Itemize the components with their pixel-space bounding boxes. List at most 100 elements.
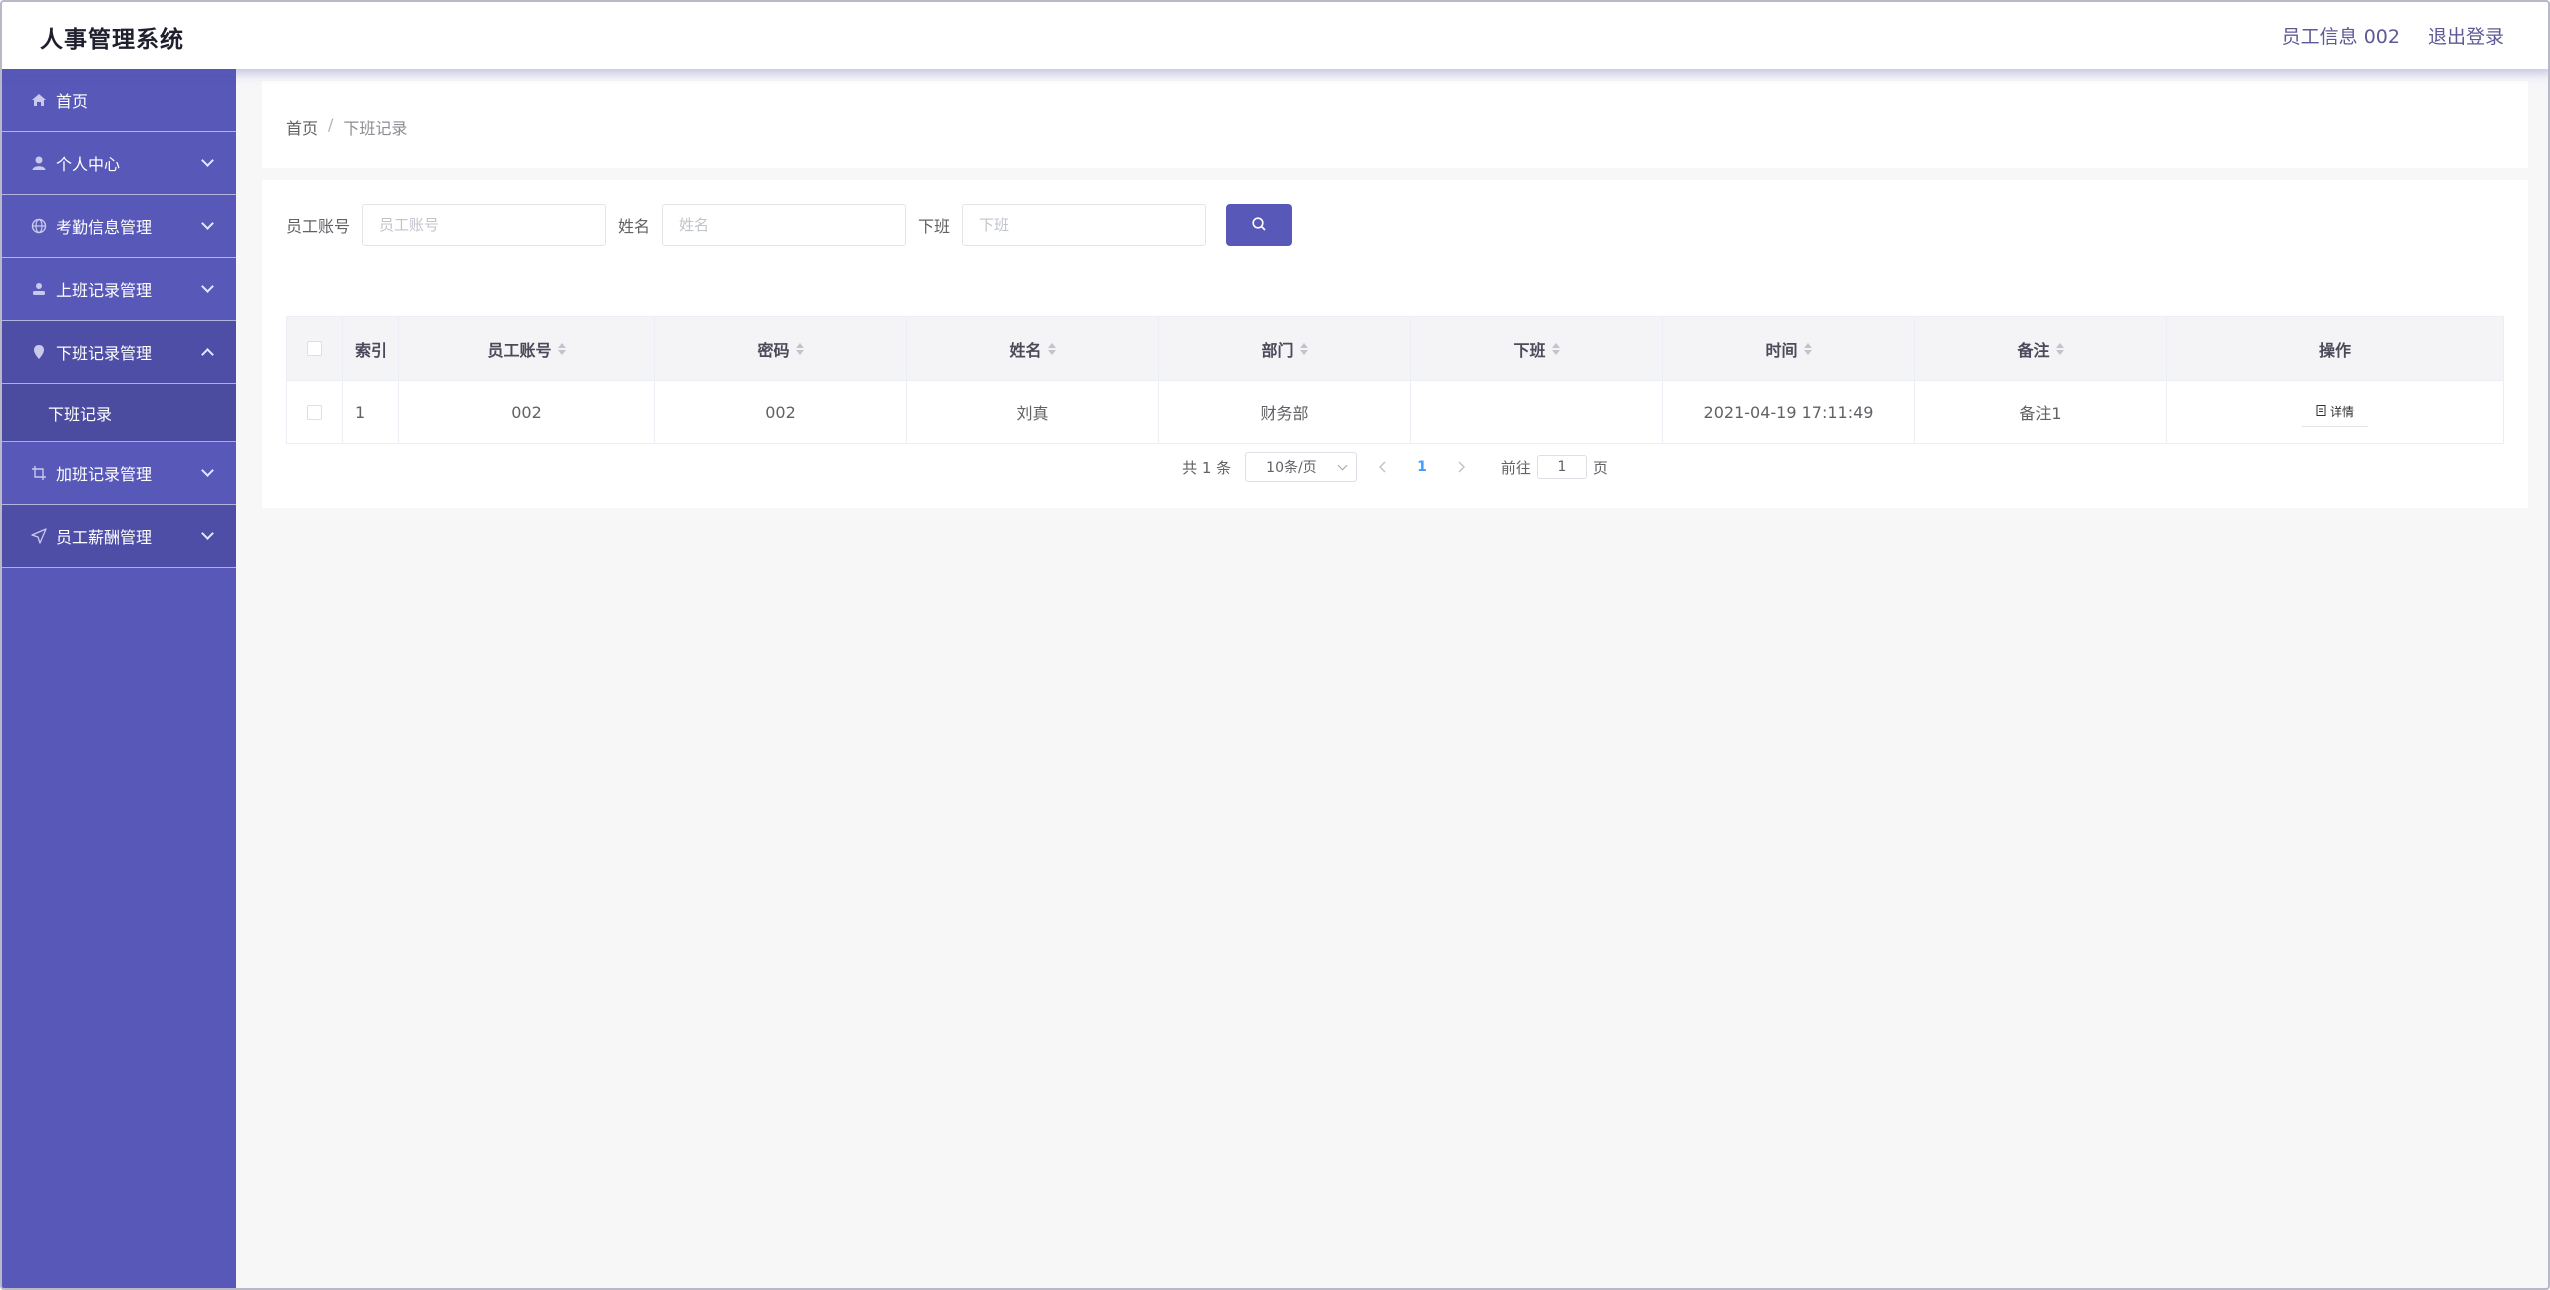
- column-header[interactable]: 部门: [1159, 317, 1411, 380]
- globe-icon: [30, 217, 48, 235]
- sidebar-item-home[interactable]: 首页: [2, 69, 236, 132]
- sidebar-item-label: 下班记录管理: [56, 344, 153, 363]
- top-header: 人事管理系统 员工信息 002 退出登录: [2, 2, 2548, 69]
- home-icon: [30, 91, 48, 109]
- breadcrumb: 首页 / 下班记录: [286, 115, 407, 139]
- table-row: 1 002 002 刘真 财务部 2021-04-19 17:11:49 备注1…: [287, 380, 2503, 443]
- column-header[interactable]: 密码: [655, 317, 907, 380]
- goto-page-input[interactable]: [1536, 455, 1587, 479]
- header-note: 备注: [2017, 340, 2050, 360]
- sidebar-item-label: 加班记录管理: [56, 465, 153, 484]
- chevron-down-icon: [201, 154, 214, 167]
- column-header: 操作: [2167, 317, 2503, 380]
- select-all-cell: [287, 317, 343, 380]
- header-index: 索引: [355, 340, 388, 360]
- name-search-input[interactable]: [662, 204, 907, 246]
- cell-account: 002: [399, 381, 655, 443]
- sort-icon[interactable]: [1047, 342, 1056, 355]
- offwork-label: 下班: [918, 217, 951, 236]
- logout-link[interactable]: 退出登录: [2428, 22, 2504, 49]
- select-all-checkbox[interactable]: [307, 341, 322, 356]
- chevron-down-icon: [201, 280, 214, 293]
- sidebar-item-label: 上班记录管理: [56, 281, 153, 300]
- column-header[interactable]: 姓名: [907, 317, 1159, 380]
- sidebar-item-salary[interactable]: 员工薪酬管理: [2, 505, 236, 568]
- header-offwork: 下班: [1513, 340, 1546, 360]
- breadcrumb-home[interactable]: 首页: [286, 115, 318, 139]
- breadcrumb-current: 下班记录: [343, 119, 408, 138]
- prev-page-button[interactable]: [1371, 455, 1395, 479]
- search-icon: [1251, 216, 1267, 235]
- person-icon: [30, 280, 48, 298]
- sort-icon[interactable]: [1803, 342, 1812, 355]
- sidebar-item-checkin[interactable]: 上班记录管理: [2, 258, 236, 321]
- column-header[interactable]: 时间: [1663, 317, 1915, 380]
- chevron-down-icon: [201, 527, 214, 540]
- sidebar-subitem-checkout-records[interactable]: 下班记录: [2, 384, 236, 442]
- detail-button[interactable]: 详情: [2301, 397, 2368, 427]
- cell-offwork: [1411, 381, 1663, 443]
- sort-icon[interactable]: [1551, 342, 1560, 355]
- cell-department: 财务部: [1159, 381, 1411, 443]
- page-suffix: 页: [1592, 458, 1608, 477]
- chevron-up-icon: [201, 348, 214, 361]
- column-header[interactable]: 下班: [1411, 317, 1663, 380]
- offwork-search-input[interactable]: [962, 204, 1207, 246]
- header-password: 密码: [757, 340, 790, 360]
- sort-icon[interactable]: [557, 342, 566, 355]
- pagination: 共 1 条 10条/页 1 前往 页: [262, 452, 2528, 482]
- cell-actions: 详情: [2167, 381, 2503, 443]
- user-info-link[interactable]: 员工信息 002: [2282, 22, 2400, 49]
- sidebar-item-label: 考勤信息管理: [56, 218, 153, 237]
- sidebar-item-personal[interactable]: 个人中心: [2, 132, 236, 195]
- header-actions: 员工信息 002 退出登录: [2282, 22, 2504, 49]
- sort-icon[interactable]: [1299, 342, 1308, 355]
- sort-icon[interactable]: [795, 342, 804, 355]
- row-select-cell: [287, 381, 343, 443]
- sidebar: 首页 个人中心 考勤信息管理 上班记录管理 下班记录管理 下班记录 加班记录管理…: [2, 69, 236, 1288]
- cell-index: 1: [343, 381, 399, 443]
- breadcrumb-card: 首页 / 下班记录: [262, 81, 2528, 168]
- location-icon: [30, 343, 48, 361]
- next-page-button[interactable]: [1449, 455, 1473, 479]
- sidebar-item-overtime[interactable]: 加班记录管理: [2, 442, 236, 505]
- pagination-total: 共 1 条: [1182, 458, 1232, 477]
- send-icon: [30, 527, 48, 545]
- chevron-down-icon: [201, 464, 214, 477]
- sidebar-item-label: 员工薪酬管理: [56, 528, 153, 547]
- goto-label: 前往: [1500, 458, 1531, 477]
- column-header: 索引: [343, 317, 399, 380]
- cell-time: 2021-04-19 17:11:49: [1663, 381, 1915, 443]
- column-header[interactable]: 备注: [1915, 317, 2167, 380]
- user-icon: [30, 154, 48, 172]
- search-form: 员工账号 姓名 下班: [286, 204, 1293, 246]
- search-button[interactable]: [1226, 204, 1293, 246]
- sidebar-item-attendance[interactable]: 考勤信息管理: [2, 195, 236, 258]
- cell-name: 刘真: [907, 381, 1159, 443]
- header-time: 时间: [1765, 340, 1798, 360]
- header-department: 部门: [1261, 340, 1294, 360]
- sort-icon[interactable]: [2055, 342, 2064, 355]
- app-title: 人事管理系统: [40, 27, 184, 53]
- page-size-select[interactable]: 10条/页: [1245, 452, 1358, 482]
- sidebar-item-label: 首页: [56, 92, 89, 111]
- document-icon: [2316, 404, 2326, 419]
- page-jumper: 前往 页: [1501, 455, 1608, 479]
- cell-note: 备注1: [1915, 381, 2167, 443]
- records-card: 员工账号 姓名 下班 索引 员工账号 密码 姓名: [262, 180, 2528, 508]
- header-actions: 操作: [2318, 340, 2351, 360]
- name-label: 姓名: [618, 217, 651, 236]
- account-search-input[interactable]: [362, 204, 607, 246]
- header-name: 姓名: [1009, 340, 1042, 360]
- page-number-current[interactable]: 1: [1417, 459, 1427, 475]
- cell-password: 002: [655, 381, 907, 443]
- account-label: 员工账号: [286, 217, 351, 236]
- app-window: 人事管理系统 员工信息 002 退出登录 首页 个人中心 考勤信息管理 上班记录…: [0, 0, 2550, 1290]
- breadcrumb-separator: /: [328, 115, 334, 134]
- main-content: 首页 / 下班记录 员工账号 姓名 下班: [236, 69, 2548, 1288]
- sidebar-item-checkout[interactable]: 下班记录管理: [2, 321, 236, 384]
- column-header[interactable]: 员工账号: [399, 317, 655, 380]
- row-checkbox[interactable]: [307, 404, 322, 420]
- sidebar-item-label: 个人中心: [56, 155, 121, 174]
- header-account: 员工账号: [487, 340, 552, 360]
